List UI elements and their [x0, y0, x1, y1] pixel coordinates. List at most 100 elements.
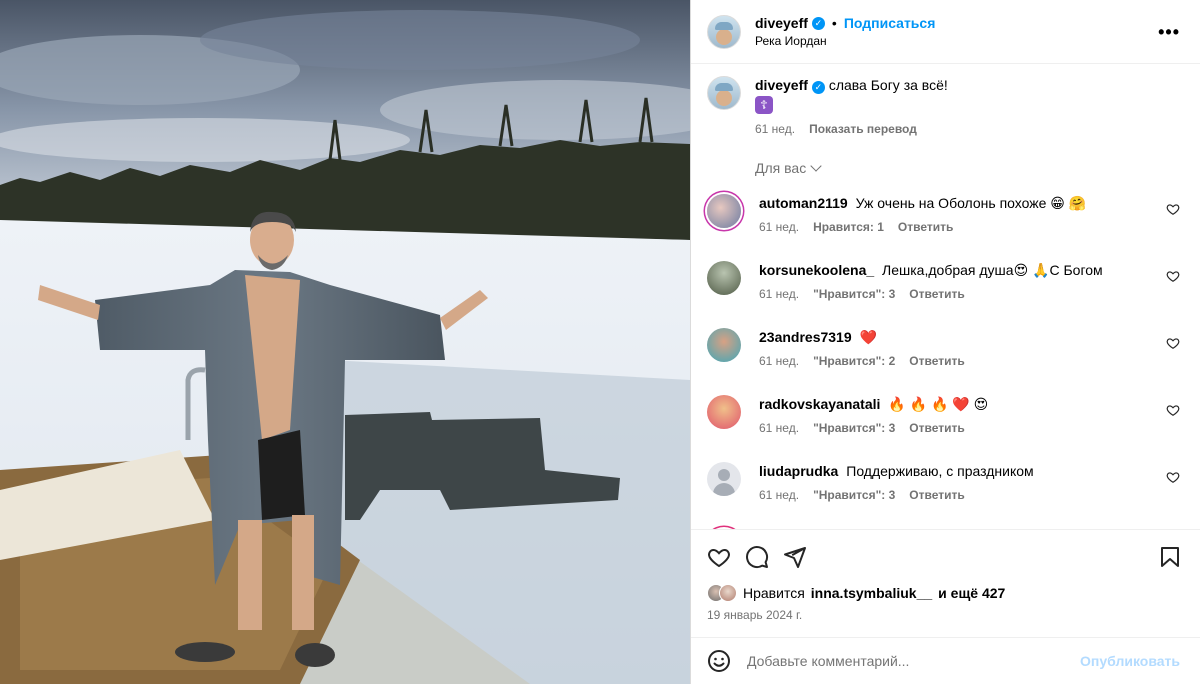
comment-like-heart-icon[interactable]: [1166, 336, 1180, 350]
comment-filter-dropdown[interactable]: Для вас: [755, 160, 1184, 176]
comment-body: radkovskayanatali 🔥 🔥 🔥 ❤️ 😍 61 нед. "Нр…: [759, 395, 1184, 444]
comment-likes-count[interactable]: "Нравится": 2: [813, 354, 895, 368]
comment-meta: 61 нед. "Нравится": 3 Ответить: [759, 421, 1184, 435]
commenter-username[interactable]: liudaprudka: [759, 463, 838, 479]
reply-button[interactable]: Ответить: [909, 488, 964, 502]
comment-like-heart-icon[interactable]: [1166, 403, 1180, 417]
reply-button[interactable]: Ответить: [909, 421, 964, 435]
for-you-label: Для вас: [755, 160, 807, 176]
comment-text: ❤️: [859, 329, 877, 345]
comment-likes-count[interactable]: "Нравится": 3: [813, 421, 895, 435]
likes-others-count[interactable]: и ещё 427: [938, 585, 1005, 601]
commenter-avatar-default[interactable]: [707, 462, 741, 496]
caption-username[interactable]: diveyeff: [755, 77, 808, 93]
caption-avatar[interactable]: [707, 76, 741, 110]
commenter-username[interactable]: 23andres7319: [759, 329, 852, 345]
comment-text: Поддерживаю, с праздником: [846, 463, 1034, 479]
comment-item: liudaprudka Поддерживаю, с праздником 61…: [707, 462, 1184, 511]
commenter-avatar[interactable]: [707, 261, 741, 295]
likes-prefix: Нравится: [743, 585, 805, 601]
comment-text: Уж очень на Оболонь похоже 😁 🤗: [855, 195, 1087, 211]
share-plane-icon[interactable]: [783, 545, 807, 569]
more-options-icon[interactable]: •••: [1158, 22, 1180, 43]
show-translation-button[interactable]: Показать перевод: [809, 122, 917, 136]
post-details-panel: diveyeff ✓ • Подписаться Река Иордан •••…: [690, 0, 1200, 684]
comments-section[interactable]: diveyeff ✓ слава Богу за всё! ☦ 61 нед. П…: [691, 64, 1200, 529]
reply-button[interactable]: Ответить: [898, 220, 953, 234]
comment-text: Лешка,добрая душа😍 🙏С Богом: [882, 262, 1103, 278]
owner-avatar[interactable]: [707, 14, 741, 49]
comment-meta: 61 нед. "Нравится": 3 Ответить: [759, 287, 1184, 301]
commenter-avatar[interactable]: [707, 328, 741, 362]
orthodox-cross-emoji: ☦: [755, 96, 773, 114]
header-user-row: diveyeff ✓ • Подписаться: [755, 15, 935, 31]
comment-likes-count[interactable]: "Нравится": 3: [813, 287, 895, 301]
reply-button[interactable]: Ответить: [909, 287, 964, 301]
comment-item: automan2119 Уж очень на Оболонь похоже 😁…: [707, 194, 1184, 243]
comment-likes-count[interactable]: Нравится: 1: [813, 220, 884, 234]
liker-avatar: [719, 584, 737, 602]
owner-username[interactable]: diveyeff: [755, 15, 808, 31]
header-text: diveyeff ✓ • Подписаться Река Иордан: [755, 15, 935, 48]
photo-illustration: [0, 0, 690, 684]
comment-time[interactable]: 61 нед.: [759, 488, 799, 502]
comment-time[interactable]: 61 нед.: [759, 287, 799, 301]
post-actions: Нравится inna.tsymbaliuk__ и ещё 427 19 …: [691, 529, 1200, 637]
caption-text-row: diveyeff ✓ слава Богу за всё!: [755, 76, 1184, 94]
comment-text: 🔥 🔥 🔥 ❤️ 😍: [888, 396, 989, 412]
commenter-username[interactable]: automan2119: [759, 195, 848, 211]
follow-button[interactable]: Подписаться: [844, 15, 936, 31]
post-header: diveyeff ✓ • Подписаться Река Иордан •••: [691, 0, 1200, 64]
reply-button[interactable]: Ответить: [909, 354, 964, 368]
comment-time[interactable]: 61 нед.: [759, 421, 799, 435]
comment-bubble-icon[interactable]: [745, 545, 769, 569]
comment-meta: 61 нед. "Нравится": 2 Ответить: [759, 354, 1184, 368]
liker-avatars: [707, 584, 737, 602]
commenter-avatar[interactable]: [707, 395, 741, 429]
caption-text: слава Богу за всё!: [828, 77, 948, 93]
comment-like-heart-icon[interactable]: [1166, 470, 1180, 484]
comment-body: korsunekoolena_ Лешка,добрая душа😍 🙏С Бо…: [759, 261, 1184, 310]
commenter-username[interactable]: radkovskayanatali: [759, 396, 880, 412]
liker-username[interactable]: inna.tsymbaliuk__: [811, 585, 932, 601]
comment-like-heart-icon[interactable]: [1166, 269, 1180, 283]
post-location[interactable]: Река Иордан: [755, 34, 935, 48]
comment-item: korsunekoolena_ Лешка,добрая душа😍 🙏С Бо…: [707, 261, 1184, 310]
comment-body: automan2119 Уж очень на Оболонь похоже 😁…: [759, 194, 1184, 243]
caption-meta: 61 нед. Показать перевод: [755, 122, 1184, 136]
verified-badge-icon: ✓: [811, 16, 825, 30]
commenter-username[interactable]: korsunekoolena_: [759, 262, 874, 278]
publish-button[interactable]: Опубликовать: [1080, 653, 1180, 669]
separator-dot: •: [831, 15, 837, 31]
comment-body: liudaprudka Поддерживаю, с праздником 61…: [759, 462, 1184, 511]
comment-item: radkovskayanatali 🔥 🔥 🔥 ❤️ 😍 61 нед. "Нр…: [707, 395, 1184, 444]
comment-time[interactable]: 61 нед.: [759, 220, 799, 234]
like-heart-icon[interactable]: [707, 545, 731, 569]
likes-summary[interactable]: Нравится inna.tsymbaliuk__ и ещё 427: [707, 584, 1184, 602]
comment-time[interactable]: 61 нед.: [759, 354, 799, 368]
add-comment-input[interactable]: [747, 653, 1047, 669]
comment-body: 23andres7319 ❤️ 61 нед. "Нравится": 2 От…: [759, 328, 1184, 377]
post-viewer: diveyeff ✓ • Подписаться Река Иордан •••…: [0, 0, 1200, 684]
comment-text-row: korsunekoolena_ Лешка,добрая душа😍 🙏С Бо…: [759, 261, 1184, 279]
comment-likes-count[interactable]: "Нравится": 3: [813, 488, 895, 502]
add-comment-bar: Опубликовать: [691, 637, 1200, 684]
post-photo[interactable]: [0, 0, 690, 684]
comment-text-row: automan2119 Уж очень на Оболонь похоже 😁…: [759, 194, 1184, 212]
verified-badge-icon: ✓: [811, 81, 825, 94]
comment-text-row: liudaprudka Поддерживаю, с праздником: [759, 462, 1184, 480]
caption-body: diveyeff ✓ слава Богу за всё! ☦ 61 нед. П…: [755, 76, 1184, 136]
post-date[interactable]: 19 январь 2024 г.: [707, 608, 1184, 622]
action-icons-row: [707, 542, 1184, 572]
commenter-avatar[interactable]: [707, 194, 741, 228]
post-caption: diveyeff ✓ слава Богу за всё! ☦ 61 нед. П…: [707, 76, 1184, 136]
emoji-smiley-icon[interactable]: [707, 649, 731, 673]
bookmark-icon[interactable]: [1158, 545, 1182, 569]
comment-item: 23andres7319 ❤️ 61 нед. "Нравится": 2 От…: [707, 328, 1184, 377]
comment-meta: 61 нед. Нравится: 1 Ответить: [759, 220, 1184, 234]
comment-text-row: radkovskayanatali 🔥 🔥 🔥 ❤️ 😍: [759, 395, 1184, 413]
comment-text-row: 23andres7319 ❤️: [759, 328, 1184, 346]
comment-meta: 61 нед. "Нравится": 3 Ответить: [759, 488, 1184, 502]
comment-like-heart-icon[interactable]: [1166, 202, 1180, 216]
caption-time[interactable]: 61 нед.: [755, 122, 795, 136]
